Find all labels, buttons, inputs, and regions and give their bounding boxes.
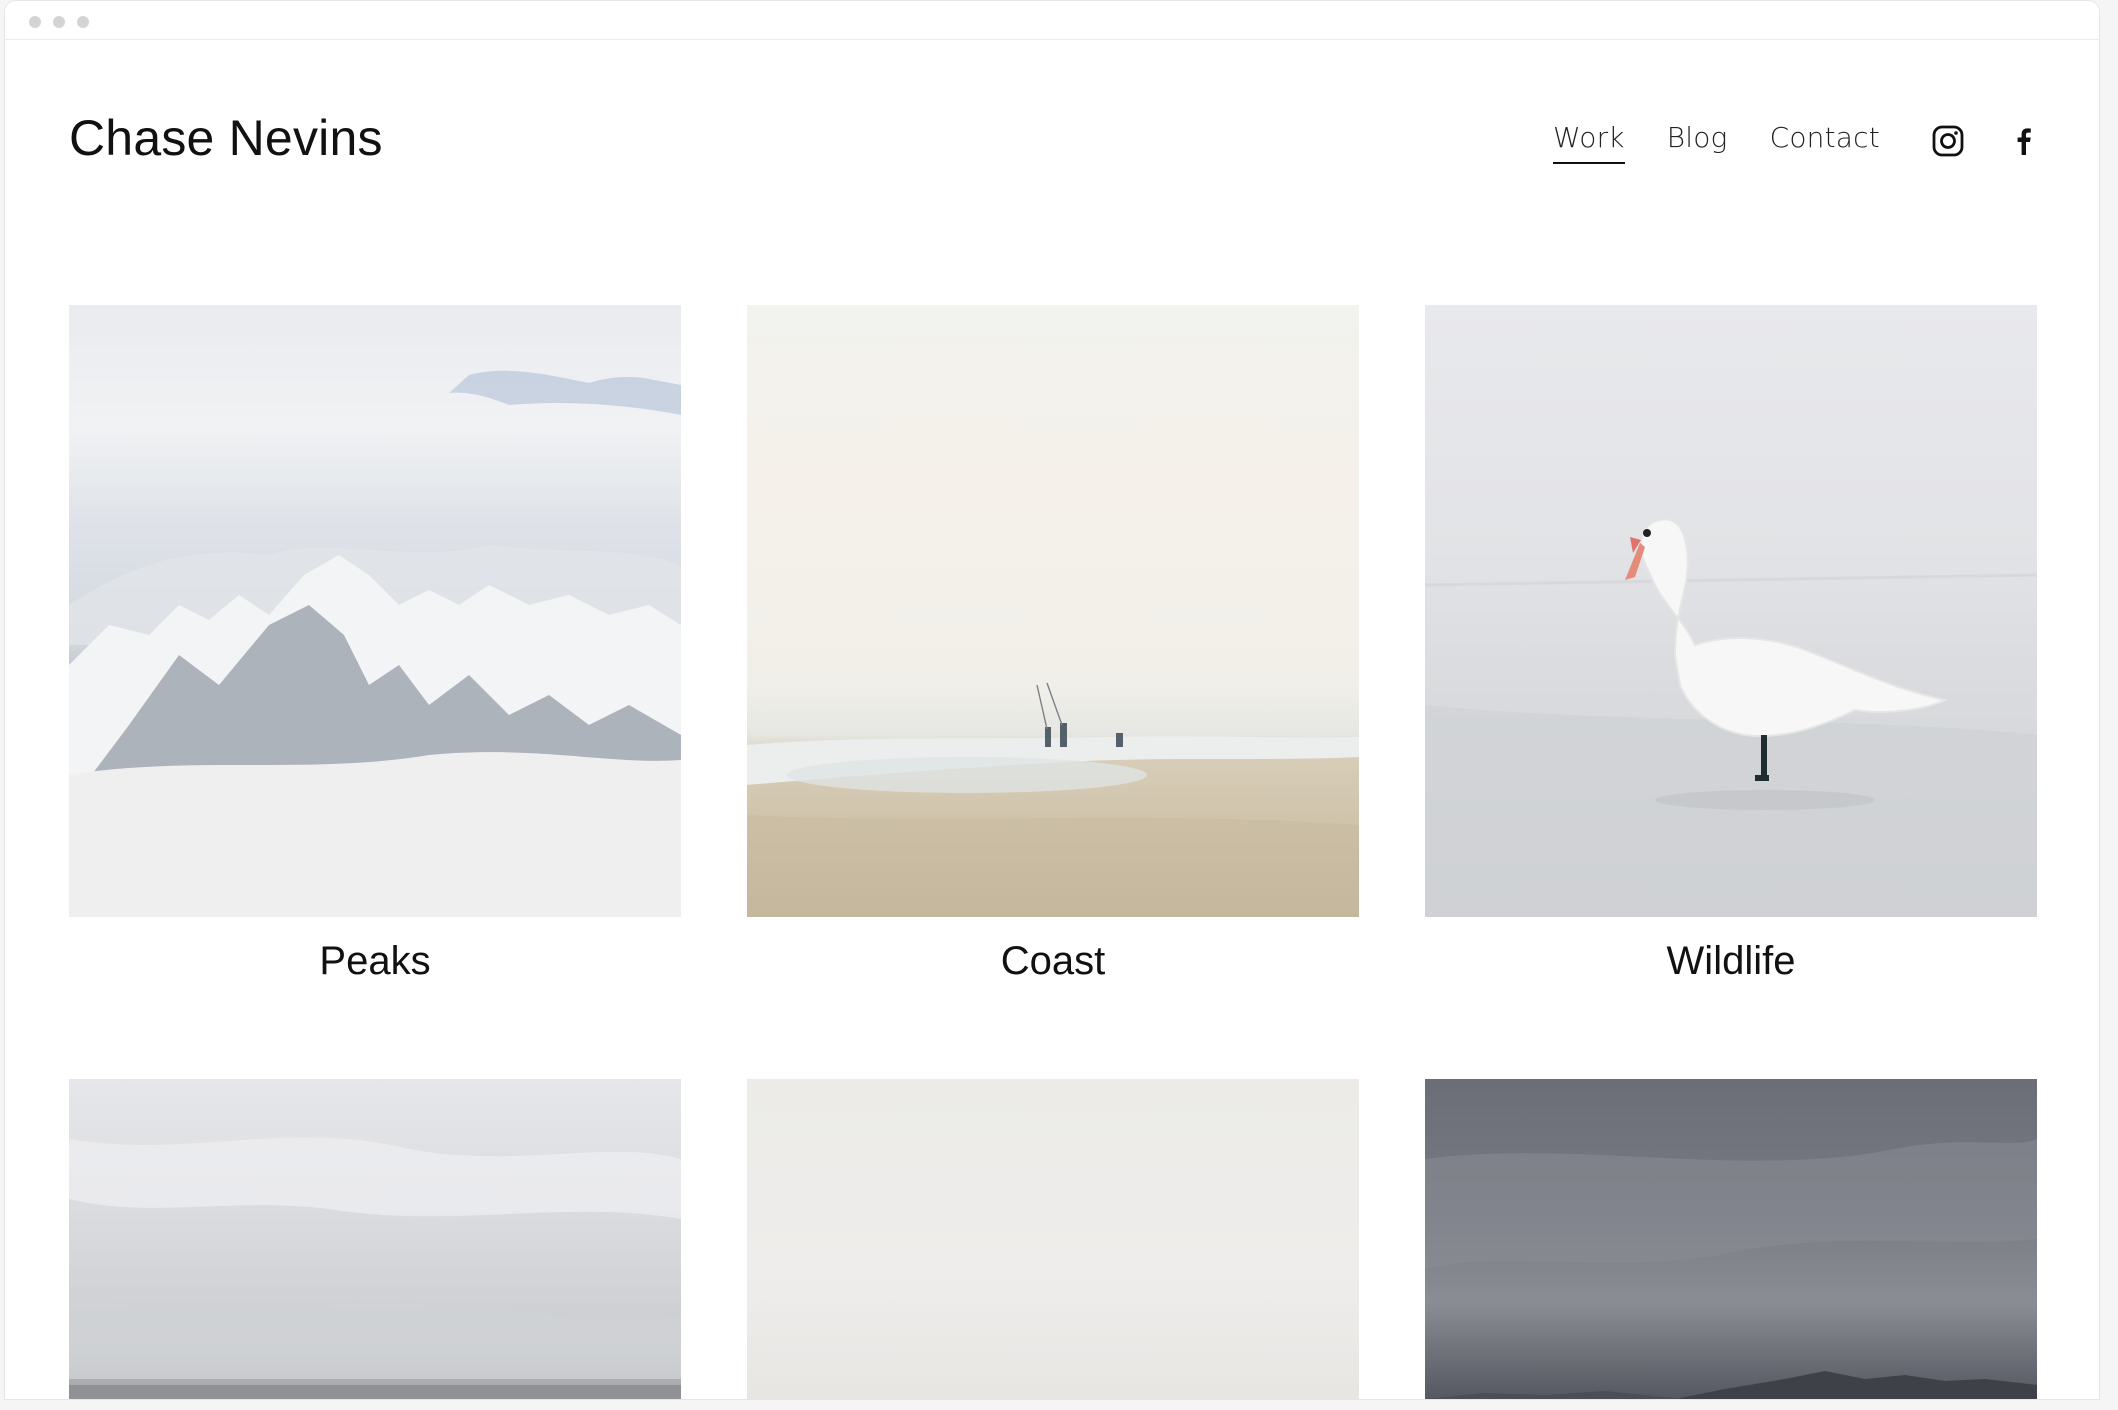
gallery-caption-peaks: Peaks [319,939,431,983]
gallery-card-row2-1[interactable] [69,1079,681,1399]
facebook-icon[interactable] [2007,124,2041,158]
browser-window: Chase Nevins Work Blog Contact Peaks Coa… [4,0,2100,1400]
main-nav: Work Blog Contact [1553,121,1880,164]
gallery-caption-coast: Coast [1000,939,1106,983]
site-title[interactable]: Chase Nevins [69,109,383,167]
gallery-caption-wildlife: Wildlife [1666,939,1796,983]
gallery-card-coast[interactable]: Coast [747,305,1359,984]
nav-item-contact[interactable]: Contact [1770,121,1880,164]
window-dot-close[interactable] [29,16,41,28]
instagram-icon[interactable] [1931,124,1965,158]
wildlife-image[interactable] [1425,305,2037,917]
peaks-image[interactable] [69,305,681,917]
browser-chrome [5,1,2099,40]
gallery-card-wildlife[interactable]: Wildlife [1425,305,2037,984]
window-dot-minimize[interactable] [53,16,65,28]
nav-item-blog[interactable]: Blog [1667,121,1728,164]
nav-item-work[interactable]: Work [1553,121,1625,164]
gallery-card-row2-3[interactable] [1425,1079,2037,1399]
row2-image-1[interactable] [69,1079,681,1399]
coast-image[interactable] [747,305,1359,917]
window-dot-maximize[interactable] [77,16,89,28]
window-controls [29,16,89,28]
gallery-card-peaks[interactable]: Peaks [69,305,681,984]
row2-image-2[interactable] [747,1079,1359,1399]
row2-image-3[interactable] [1425,1079,2037,1399]
social-links [1931,124,2041,158]
gallery-card-row2-2[interactable] [747,1079,1359,1399]
